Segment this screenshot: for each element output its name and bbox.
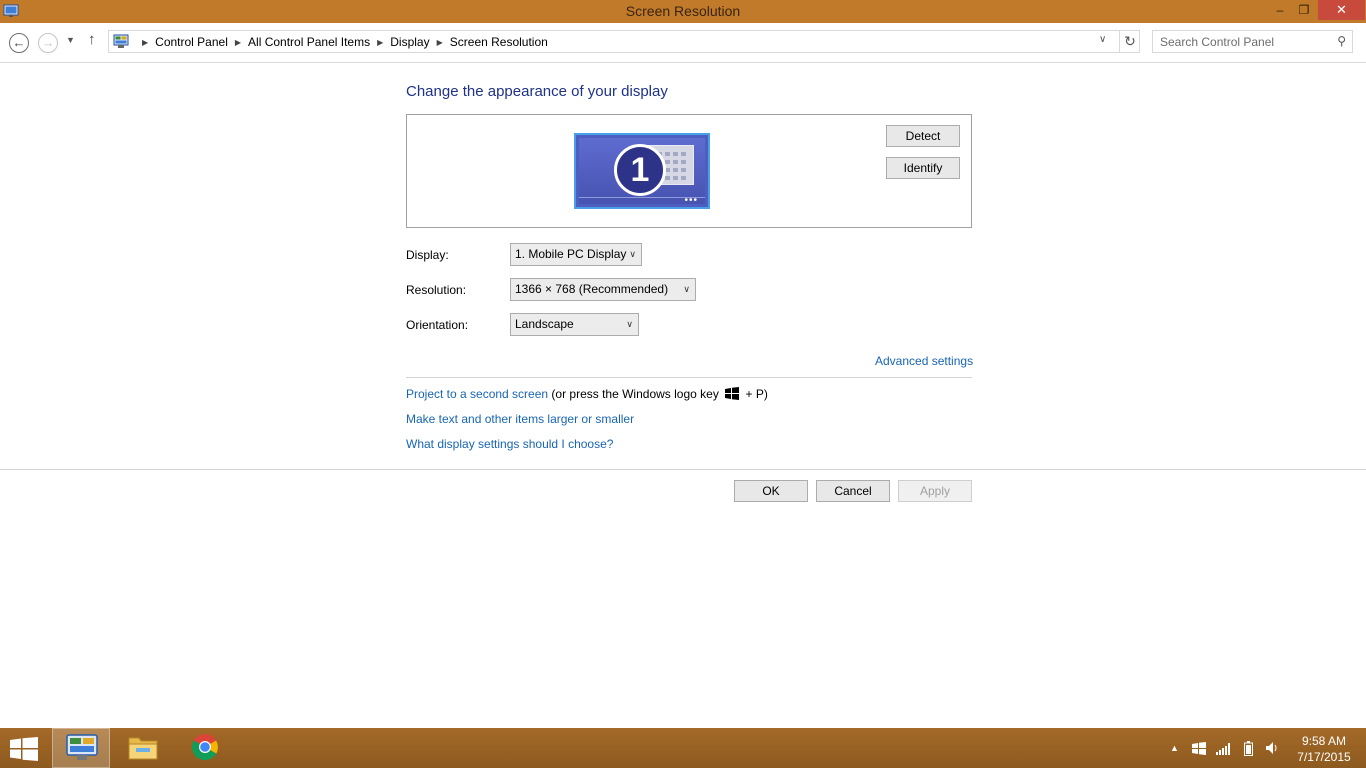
address-field[interactable]: ▶ Control Panel ▶ All Control Panel Items ▶ D…: [108, 30, 1140, 53]
clock-time: 9:58 AM: [1301, 734, 1347, 748]
monitor-number-badge: 1: [614, 144, 666, 196]
chevron-down-icon: ∨: [629, 249, 636, 259]
ok-button[interactable]: OK: [734, 480, 808, 502]
breadcrumb-separator-icon[interactable]: ▶: [235, 38, 241, 47]
address-history-chevron-icon[interactable]: ∨: [1099, 34, 1106, 45]
refresh-button[interactable]: ↻: [1119, 31, 1140, 52]
system-clock[interactable]: 9:58 AM 7/17/2015: [1290, 733, 1358, 765]
breadcrumb: ▶ Control Panel ▶ All Control Panel Items ▶ D…: [135, 35, 548, 49]
taskbar: ▲ 9:58 AM 7/17/2015: [0, 728, 1366, 768]
windows-logo-icon: [725, 387, 740, 400]
control-panel-icon: [113, 34, 129, 48]
identify-button[interactable]: Identify: [886, 157, 960, 179]
address-toolbar: ← → ▼ ↑ ▶ Control Panel ▶ All Control Panel…: [0, 23, 1366, 63]
volume-icon[interactable]: [1265, 741, 1279, 755]
search-icon[interactable]: ⚲: [1337, 34, 1346, 48]
up-button[interactable]: ↑: [88, 31, 96, 48]
chevron-down-icon: ∨: [626, 319, 633, 329]
orientation-select-value: Landscape: [515, 317, 574, 331]
display-select-value: 1. Mobile PC Display: [515, 247, 627, 261]
breadcrumb-control-panel[interactable]: Control Panel: [155, 35, 228, 49]
resolution-select[interactable]: 1366 × 768 (Recommended) ∨: [510, 278, 696, 301]
start-button-windows-icon[interactable]: [10, 737, 38, 761]
project-hint-text: (or press the Windows logo key: [548, 387, 723, 401]
divider: [406, 377, 972, 378]
breadcrumb-display[interactable]: Display: [390, 35, 429, 49]
project-line: Project to a second screen (or press the…: [406, 387, 768, 401]
control-panel-icon: [66, 734, 98, 760]
search-box: ⚲: [1152, 30, 1353, 53]
monitor-dots-icon: •••: [684, 195, 698, 206]
display-select[interactable]: 1. Mobile PC Display ∨: [510, 243, 642, 266]
apply-button[interactable]: Apply: [898, 480, 972, 502]
chevron-down-icon: ∨: [683, 284, 690, 294]
breadcrumb-separator-icon[interactable]: ▶: [142, 38, 148, 47]
taskbar-control-panel[interactable]: [52, 728, 110, 768]
forward-button[interactable]: →: [38, 33, 58, 53]
battery-icon[interactable]: [1244, 741, 1253, 756]
close-button[interactable]: ✕: [1318, 0, 1365, 20]
back-button[interactable]: ←: [9, 33, 29, 53]
project-second-screen-link[interactable]: Project to a second screen: [406, 387, 548, 401]
divider: [0, 469, 1366, 470]
search-input[interactable]: [1160, 32, 1330, 52]
display-label: Display:: [406, 248, 449, 262]
text-size-link[interactable]: Make text and other items larger or smal…: [406, 412, 634, 426]
restore-button[interactable]: ❐: [1290, 0, 1318, 20]
breadcrumb-separator-icon[interactable]: ▶: [437, 38, 443, 47]
window-title: Screen Resolution: [625, 3, 741, 19]
page-title: Change the appearance of your display: [406, 83, 668, 100]
display-preview-panel: 1 ••• Detect Identify: [406, 114, 972, 228]
title-bar: Screen Resolution ‒ ❐ ✕: [0, 0, 1366, 23]
breadcrumb-screen-resolution[interactable]: Screen Resolution: [450, 35, 548, 49]
taskbar-chrome[interactable]: [176, 728, 234, 768]
detect-button[interactable]: Detect: [886, 125, 960, 147]
breadcrumb-all-control-panel-items[interactable]: All Control Panel Items: [248, 35, 370, 49]
orientation-select[interactable]: Landscape ∨: [510, 313, 639, 336]
advanced-settings-link[interactable]: Advanced settings: [875, 354, 973, 368]
resolution-select-value: 1366 × 768 (Recommended): [515, 282, 669, 296]
clock-date: 7/17/2015: [1297, 750, 1351, 764]
taskbar-file-explorer[interactable]: [114, 728, 172, 768]
resolution-label: Resolution:: [406, 283, 467, 297]
monitor-1-tile[interactable]: 1 •••: [574, 133, 710, 209]
folder-icon: [128, 737, 158, 760]
breadcrumb-separator-icon[interactable]: ▶: [377, 38, 383, 47]
orientation-label: Orientation:: [406, 318, 469, 332]
project-hint-shortcut: + P): [742, 387, 768, 401]
action-center-flag-icon[interactable]: [1192, 742, 1206, 755]
cancel-button[interactable]: Cancel: [816, 480, 890, 502]
network-signal-icon[interactable]: [1216, 743, 1231, 755]
show-hidden-icons-button[interactable]: ▲: [1170, 743, 1179, 753]
display-help-link[interactable]: What display settings should I choose?: [406, 437, 613, 451]
chrome-icon: [191, 734, 218, 761]
recent-locations-button[interactable]: ▼: [66, 35, 75, 45]
